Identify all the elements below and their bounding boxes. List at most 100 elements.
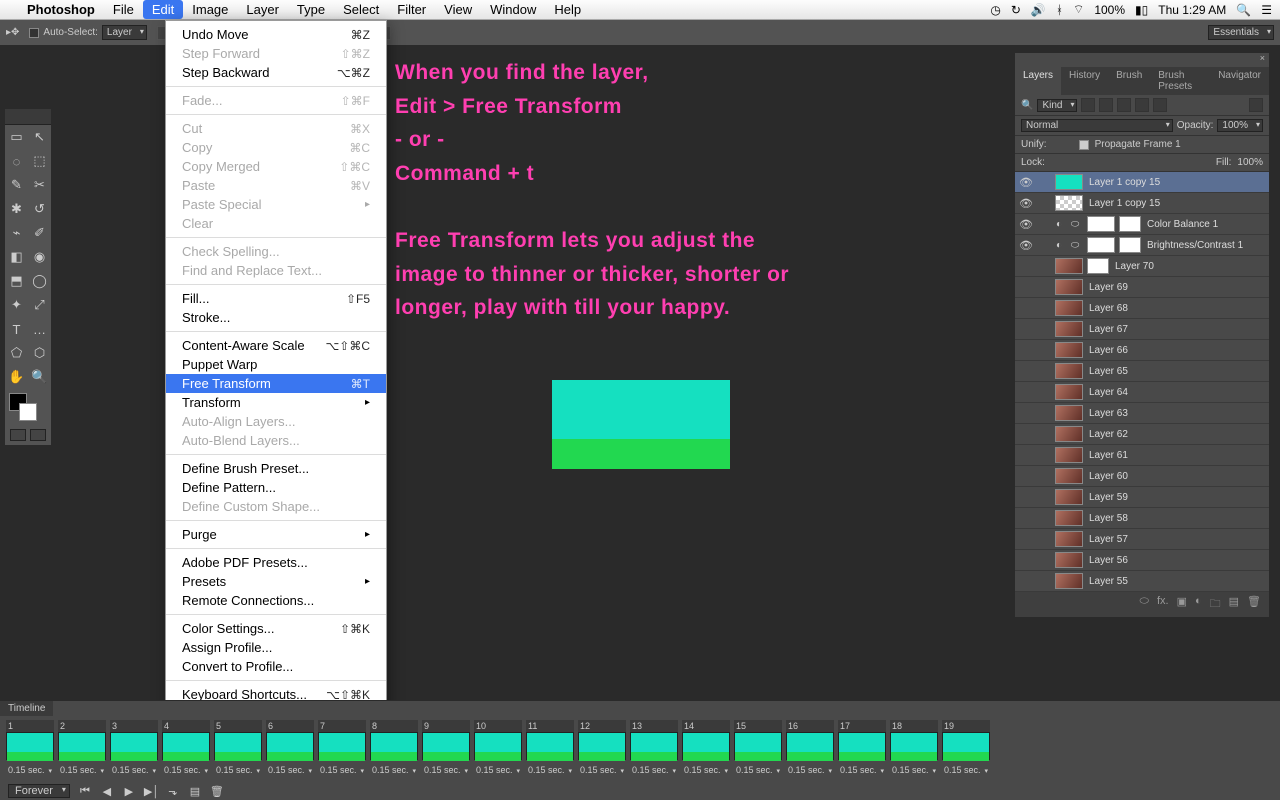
layer-thumbnail[interactable] xyxy=(1055,552,1083,568)
volume-icon[interactable]: 🔊 xyxy=(1031,3,1046,17)
menu-item-remote-connections[interactable]: Remote Connections... xyxy=(166,591,386,610)
menu-item-undo-move[interactable]: Undo Move⌘Z xyxy=(166,25,386,44)
prev-frame-button[interactable]: ◀ xyxy=(100,785,114,798)
blend-mode-dropdown[interactable]: Normal xyxy=(1021,119,1173,132)
frame-thumbnail[interactable] xyxy=(318,732,366,760)
layer-thumbnail[interactable] xyxy=(1055,426,1083,442)
layer-name[interactable]: Layer 67 xyxy=(1087,324,1269,335)
layer-thumbnail[interactable] xyxy=(1055,447,1083,463)
menu-item-content-aware-scale[interactable]: Content-Aware Scale⌥⇧⌘C xyxy=(166,336,386,355)
battery-icon[interactable]: ▮▯ xyxy=(1135,3,1148,17)
layer-mask[interactable] xyxy=(1087,258,1109,274)
frame-duration[interactable]: 0.15 sec. xyxy=(580,765,617,775)
menu-file[interactable]: File xyxy=(104,0,143,19)
chevron-down-icon[interactable] xyxy=(722,765,728,775)
layer-row[interactable]: 👁◐⬭Brightness/Contrast 1 xyxy=(1015,235,1269,256)
panel-tab-history[interactable]: History xyxy=(1061,67,1108,95)
frame-thumbnail[interactable] xyxy=(6,732,54,760)
frame-thumbnail[interactable] xyxy=(58,732,106,760)
timeline-frame[interactable]: 170.15 sec. xyxy=(838,720,886,782)
tool-10[interactable]: ◧ xyxy=(5,245,28,269)
menu-item-transform[interactable]: Transform▸ xyxy=(166,393,386,412)
timeline-frame[interactable]: 140.15 sec. xyxy=(682,720,730,782)
tool-0[interactable]: ▭ xyxy=(5,125,28,149)
chevron-down-icon[interactable] xyxy=(982,765,988,775)
layer-name[interactable]: Layer 62 xyxy=(1087,429,1269,440)
layer-row[interactable]: Layer 61 xyxy=(1015,445,1269,466)
frame-duration[interactable]: 0.15 sec. xyxy=(8,765,45,775)
menu-window[interactable]: Window xyxy=(481,0,545,19)
frame-thumbnail[interactable] xyxy=(526,732,574,760)
delete-frame-button[interactable]: 🗑 xyxy=(210,785,224,798)
background-color[interactable] xyxy=(19,403,37,421)
chevron-down-icon[interactable] xyxy=(254,765,260,775)
chevron-down-icon[interactable] xyxy=(98,765,104,775)
clock[interactable]: Thu 1:29 AM xyxy=(1158,3,1226,17)
tool-20[interactable]: ✋ xyxy=(5,365,28,389)
chevron-down-icon[interactable] xyxy=(774,765,780,775)
filter-pixel-icon[interactable] xyxy=(1081,98,1095,112)
filter-toggle[interactable] xyxy=(1249,98,1263,112)
tool-2[interactable]: ◌ xyxy=(5,149,28,173)
layer-name[interactable]: Layer 1 copy 15 xyxy=(1087,177,1269,188)
color-swatches[interactable] xyxy=(5,389,51,425)
panel-tab-brush-presets[interactable]: Brush Presets xyxy=(1150,67,1210,95)
frame-duration[interactable]: 0.15 sec. xyxy=(632,765,669,775)
frame-duration[interactable]: 0.15 sec. xyxy=(268,765,305,775)
layer-thumbnail[interactable] xyxy=(1055,468,1083,484)
filter-type-icon[interactable] xyxy=(1117,98,1131,112)
chevron-down-icon[interactable] xyxy=(46,765,52,775)
frame-thumbnail[interactable] xyxy=(682,732,730,760)
timeline-frame[interactable]: 120.15 sec. xyxy=(578,720,626,782)
layer-thumbnail[interactable] xyxy=(1055,531,1083,547)
menu-item-color-settings[interactable]: Color Settings...⇧⌘K xyxy=(166,619,386,638)
menu-help[interactable]: Help xyxy=(545,0,590,19)
tool-3[interactable]: ⬚ xyxy=(28,149,51,173)
layer-mask[interactable] xyxy=(1119,237,1141,253)
layer-row[interactable]: 👁Layer 1 copy 15 xyxy=(1015,172,1269,193)
tool-7[interactable]: ↺ xyxy=(28,197,51,221)
layer-name[interactable]: Layer 64 xyxy=(1087,387,1269,398)
fill-value[interactable]: 100% xyxy=(1237,157,1263,168)
chevron-down-icon[interactable] xyxy=(670,765,676,775)
canvas-sample-layer[interactable] xyxy=(552,380,730,469)
layer-name[interactable]: Layer 57 xyxy=(1087,534,1269,545)
timeline-frame[interactable]: 180.15 sec. xyxy=(890,720,938,782)
layer-name[interactable]: Layer 70 xyxy=(1113,261,1269,272)
frame-thumbnail[interactable] xyxy=(370,732,418,760)
layer-thumbnail[interactable] xyxy=(1055,321,1083,337)
frame-duration[interactable]: 0.15 sec. xyxy=(372,765,409,775)
layer-row[interactable]: Layer 63 xyxy=(1015,403,1269,424)
layer-thumbnail[interactable] xyxy=(1087,216,1115,232)
layer-name[interactable]: Color Balance 1 xyxy=(1145,219,1269,230)
menu-item-purge[interactable]: Purge▸ xyxy=(166,525,386,544)
layer-thumbnail[interactable] xyxy=(1055,363,1083,379)
menu-filter[interactable]: Filter xyxy=(388,0,435,19)
layer-name[interactable]: Layer 60 xyxy=(1087,471,1269,482)
menu-type[interactable]: Type xyxy=(288,0,334,19)
fx-icon[interactable]: fx. xyxy=(1157,595,1169,614)
tool-12[interactable]: ⬒ xyxy=(5,269,28,293)
layer-row[interactable]: Layer 65 xyxy=(1015,361,1269,382)
layer-thumbnail[interactable] xyxy=(1055,195,1083,211)
sync-icon[interactable]: ◷ xyxy=(990,3,1000,17)
tool-15[interactable]: ⤢ xyxy=(28,293,51,317)
menu-item-adobe-pdf-presets[interactable]: Adobe PDF Presets... xyxy=(166,553,386,572)
frame-thumbnail[interactable] xyxy=(630,732,678,760)
frame-duration[interactable]: 0.15 sec. xyxy=(424,765,461,775)
frame-duration[interactable]: 0.15 sec. xyxy=(528,765,565,775)
layer-thumbnail[interactable] xyxy=(1055,510,1083,526)
frame-duration[interactable]: 0.15 sec. xyxy=(944,765,981,775)
frame-thumbnail[interactable] xyxy=(578,732,626,760)
timeline-frame[interactable]: 10.15 sec. xyxy=(6,720,54,782)
layer-thumbnail[interactable] xyxy=(1055,489,1083,505)
timeline-frame[interactable]: 40.15 sec. xyxy=(162,720,210,782)
layer-thumbnail[interactable] xyxy=(1055,405,1083,421)
frame-thumbnail[interactable] xyxy=(838,732,886,760)
tool-16[interactable]: T xyxy=(5,317,28,341)
layer-name[interactable]: Layer 55 xyxy=(1087,576,1269,587)
menu-image[interactable]: Image xyxy=(183,0,237,19)
menu-item-puppet-warp[interactable]: Puppet Warp xyxy=(166,355,386,374)
timeline-frame[interactable]: 150.15 sec. xyxy=(734,720,782,782)
menu-item-define-pattern[interactable]: Define Pattern... xyxy=(166,478,386,497)
